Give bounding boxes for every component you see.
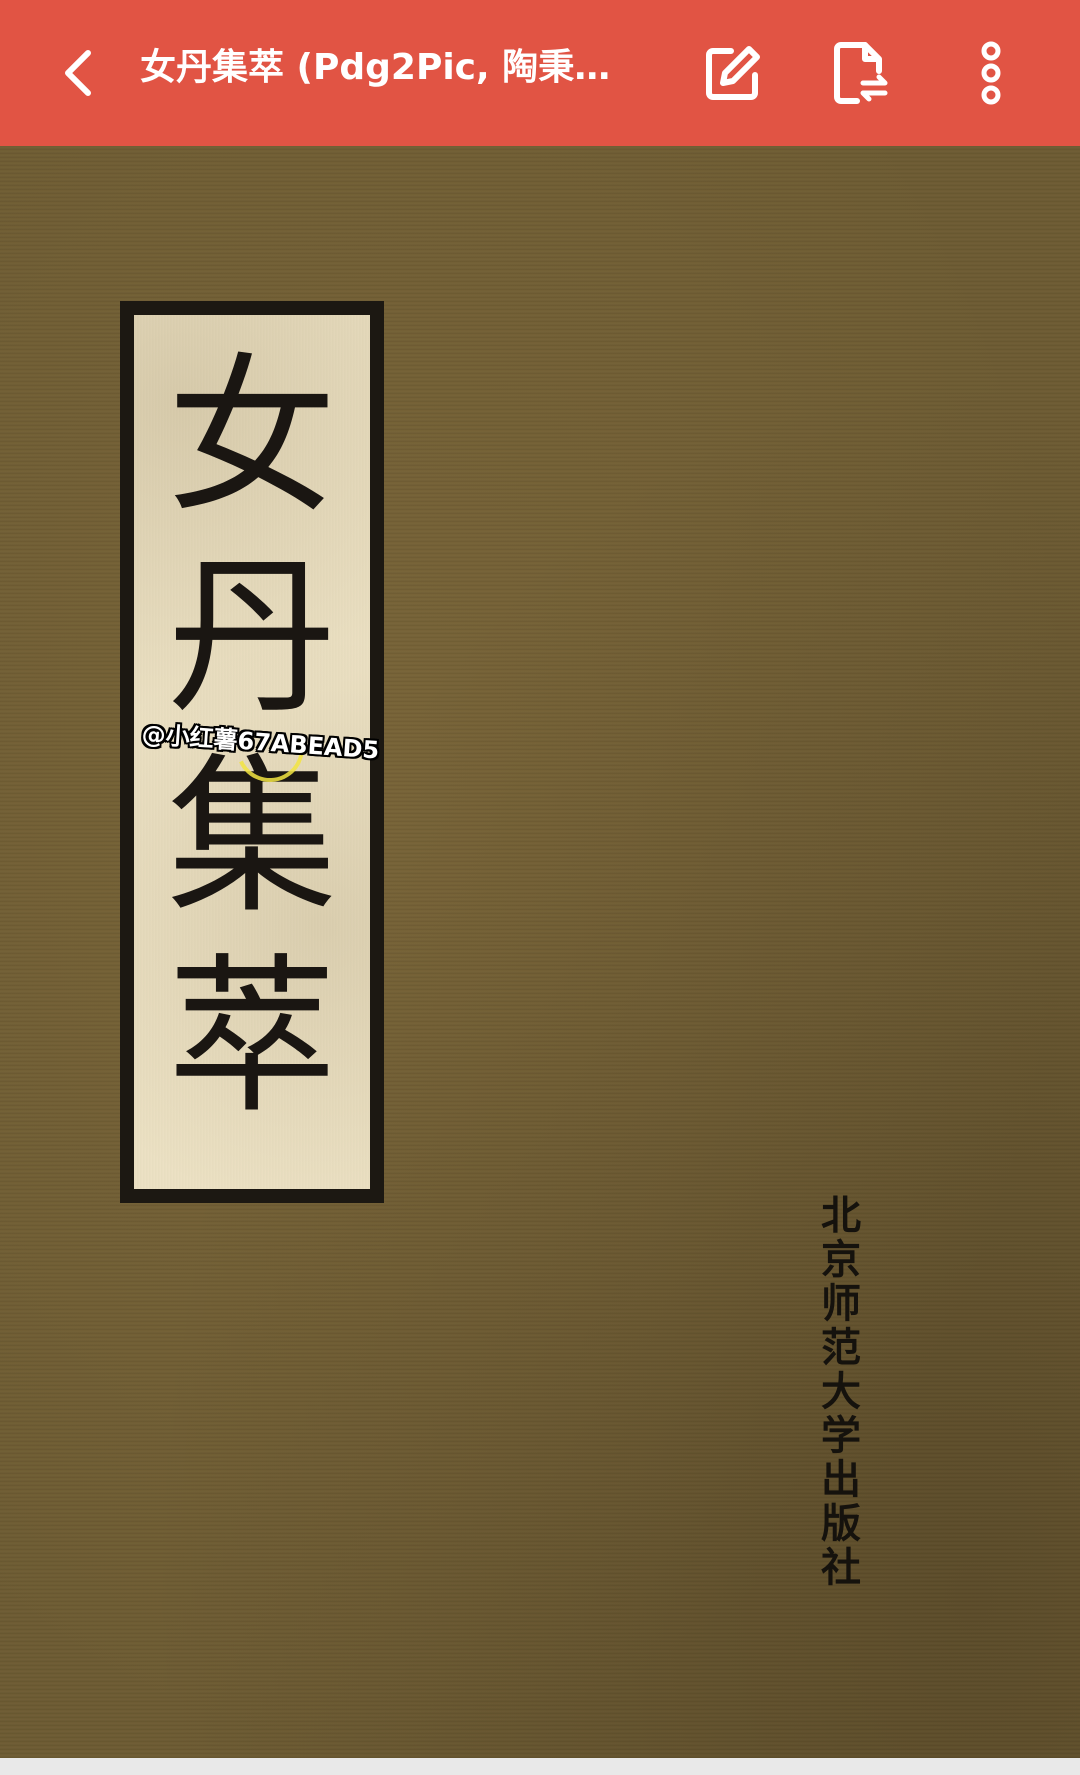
publisher-char: 版 (821, 1500, 861, 1547)
publisher-char: 师 (821, 1280, 861, 1327)
document-page[interactable]: 女 丹 集 萃 @小红薯67ABEAD5 北 京 师 范 大 学 出 版 社 (0, 146, 1080, 1758)
file-convert-icon (834, 42, 888, 104)
publisher-char: 社 (821, 1544, 861, 1591)
title-char: 丹 (166, 539, 337, 737)
app-bar: 女丹集萃 (Pdg2Pic, 陶秉福… (0, 0, 1080, 146)
publisher-name: 北 京 师 范 大 学 出 版 社 (812, 1194, 870, 1590)
back-button[interactable] (38, 33, 118, 113)
publisher-char: 学 (821, 1412, 861, 1459)
more-vertical-icon (981, 41, 1001, 105)
more-options-button[interactable] (948, 30, 1034, 116)
chevron-left-icon (65, 50, 91, 96)
publisher-char: 北 (821, 1192, 861, 1239)
edit-icon (706, 46, 760, 100)
publisher-char: 京 (821, 1236, 861, 1283)
publisher-char: 大 (821, 1368, 861, 1415)
publisher-char: 出 (821, 1456, 861, 1503)
edit-button[interactable] (690, 30, 776, 116)
convert-button[interactable] (818, 30, 904, 116)
publisher-char: 范 (821, 1324, 861, 1371)
document-title: 女丹集萃 (Pdg2Pic, 陶秉福… (140, 47, 640, 88)
title-char: 女 (166, 339, 337, 537)
bottom-scroll-strip (0, 1758, 1080, 1775)
title-char: 萃 (166, 939, 337, 1137)
